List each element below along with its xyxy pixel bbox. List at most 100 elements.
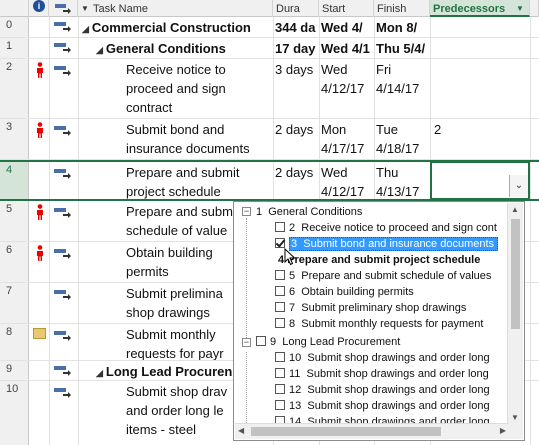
scroll-thumb[interactable] bbox=[251, 427, 441, 436]
row-id: 5 bbox=[0, 201, 29, 241]
dropdown-item[interactable]: 5 Prepare and submit schedule of values bbox=[275, 269, 491, 284]
horizontal-scrollbar[interactable]: ◀ ▶ bbox=[235, 423, 509, 439]
finish-cell[interactable]: Fri 4/14/17 bbox=[376, 59, 430, 118]
table-row[interactable]: 3 Submit bond and insurance documents 2 … bbox=[0, 119, 539, 160]
table-row[interactable]: 1 ◢ General Conditions 17 day Wed 4/1 Thu… bbox=[0, 38, 539, 59]
dropdown-item[interactable]: 12 Submit shop drawings and order long bbox=[275, 383, 490, 398]
gantt-header-edge bbox=[530, 0, 539, 17]
task-name-cell[interactable]: Prepare and submit project schedule bbox=[126, 162, 272, 199]
finish-cell[interactable]: Thu 5/4/ bbox=[376, 38, 430, 58]
start-cell[interactable]: Wed 4/ bbox=[321, 17, 374, 37]
dropdown-item[interactable]: 8 Submit monthly requests for payment bbox=[275, 317, 483, 332]
duration-column-header[interactable]: Dura bbox=[273, 0, 319, 17]
row-id: 4 bbox=[0, 162, 29, 199]
checkbox[interactable] bbox=[256, 336, 266, 346]
start-cell[interactable]: Wed 4/12/17 bbox=[321, 162, 374, 199]
tree-line bbox=[246, 218, 247, 338]
task-mode-icon bbox=[55, 4, 71, 14]
sort-arrow-icon: ▼ bbox=[81, 4, 89, 13]
dropdown-item[interactable]: 1 General Conditions bbox=[256, 205, 362, 220]
row-id: 3 bbox=[0, 119, 29, 159]
vertical-scrollbar[interactable]: ▲ ▼ bbox=[507, 203, 523, 424]
dropdown-button[interactable]: ⌄ bbox=[509, 175, 528, 197]
auto-schedule-icon bbox=[54, 66, 71, 76]
checkbox-checked[interactable] bbox=[275, 238, 285, 248]
collapse-triangle-icon[interactable]: ◢ bbox=[82, 24, 89, 34]
scroll-thumb[interactable] bbox=[511, 219, 520, 329]
auto-schedule-icon bbox=[54, 388, 71, 398]
checkbox[interactable] bbox=[275, 270, 285, 280]
checkbox[interactable] bbox=[275, 286, 285, 296]
dropdown-item[interactable]: 6 Obtain building permits bbox=[275, 285, 414, 300]
column-header-row: i ▼ Task Name Dura Start Finish Predeces… bbox=[0, 0, 539, 17]
row-id: 6 bbox=[0, 242, 29, 282]
table-row[interactable]: 0 ◢ Commercial Construction 344 da Wed 4/… bbox=[0, 17, 539, 38]
row-id: 10 bbox=[0, 381, 29, 445]
duration-cell[interactable]: 3 days bbox=[275, 59, 319, 118]
dropdown-item[interactable]: 9 Long Lead Procurement bbox=[256, 335, 400, 350]
finish-cell[interactable]: Thu 4/13/17 bbox=[376, 162, 430, 199]
dropdown-item[interactable]: 2 Receive notice to proceed and sign con… bbox=[275, 221, 497, 236]
predecessors-dropdown-list[interactable]: − 1 General Conditions 2 Receive notice … bbox=[233, 201, 525, 441]
predecessors-column-header[interactable]: Predecessors ▼ bbox=[430, 0, 530, 17]
auto-schedule-icon bbox=[54, 43, 71, 53]
predecessors-cell[interactable]: 2 bbox=[434, 119, 530, 159]
start-cell[interactable]: Mon 4/17/17 bbox=[321, 119, 374, 159]
indicators-column-header[interactable]: i bbox=[29, 0, 49, 17]
task-name-column-header[interactable]: ▼ Task Name bbox=[78, 0, 273, 17]
task-name-cell[interactable]: ◢ Commercial Construction bbox=[82, 17, 272, 37]
tree-line bbox=[246, 352, 247, 424]
resource-person-icon bbox=[37, 62, 43, 78]
finish-column-header[interactable]: Finish bbox=[374, 0, 430, 17]
start-cell[interactable]: Wed 4/12/17 bbox=[321, 59, 374, 118]
start-cell[interactable]: Wed 4/1 bbox=[321, 38, 374, 58]
dropdown-item[interactable]: 10 Submit shop drawings and order long bbox=[275, 351, 490, 366]
scroll-corner bbox=[508, 424, 523, 439]
dropdown-arrow-icon[interactable]: ▼ bbox=[516, 1, 524, 15]
dropdown-item[interactable]: 11 Submit shop drawings and order long bbox=[275, 367, 489, 382]
dropdown-item[interactable]: 13 Submit shop drawings and order long bbox=[275, 399, 490, 414]
table-row[interactable]: 2 Receive notice to proceed and sign con… bbox=[0, 59, 539, 119]
selected-item-label: 3 Submit bond and insurance documents bbox=[289, 237, 499, 251]
task-name-cell[interactable]: Receive notice to proceed and sign contr… bbox=[126, 59, 272, 118]
task-name-cell[interactable]: ◢ General Conditions bbox=[96, 38, 272, 58]
collapse-toggle[interactable]: − bbox=[242, 207, 251, 216]
task-name-cell[interactable]: Submit bond and insurance documents bbox=[126, 119, 272, 159]
duration-cell[interactable]: 2 days bbox=[275, 162, 319, 199]
checkbox[interactable] bbox=[275, 352, 285, 362]
scroll-right-arrow-icon[interactable]: ▶ bbox=[500, 426, 506, 435]
auto-schedule-icon bbox=[54, 169, 71, 179]
finish-cell[interactable]: Mon 8/ bbox=[376, 17, 430, 37]
start-column-header[interactable]: Start bbox=[319, 0, 374, 17]
collapse-triangle-icon[interactable]: ◢ bbox=[96, 45, 103, 55]
checkbox[interactable] bbox=[275, 368, 285, 378]
checkbox[interactable] bbox=[275, 222, 285, 232]
scroll-down-arrow-icon[interactable]: ▼ bbox=[511, 413, 519, 422]
finish-cell[interactable]: Tue 4/18/17 bbox=[376, 119, 430, 159]
collapse-triangle-icon[interactable]: ◢ bbox=[96, 368, 103, 378]
predecessors-edit-field[interactable]: ⌄ bbox=[430, 161, 530, 200]
row-id: 9 bbox=[0, 361, 29, 380]
row-id: 8 bbox=[0, 324, 29, 360]
dropdown-item-selected[interactable]: 3 Submit bond and insurance documents bbox=[275, 237, 499, 252]
dropdown-item[interactable]: 7 Submit preliminary shop drawings bbox=[275, 301, 466, 316]
duration-cell[interactable]: 344 da bbox=[275, 17, 319, 37]
auto-schedule-icon bbox=[54, 126, 71, 136]
select-all-corner[interactable] bbox=[0, 0, 29, 17]
mouse-cursor-icon bbox=[284, 248, 296, 266]
checkbox[interactable] bbox=[275, 400, 285, 410]
checkbox[interactable] bbox=[275, 302, 285, 312]
scroll-left-arrow-icon[interactable]: ◀ bbox=[238, 426, 244, 435]
checkbox[interactable] bbox=[275, 318, 285, 328]
table-row-active[interactable]: 4 Prepare and submit project schedule 2 … bbox=[0, 160, 539, 201]
row-id: 2 bbox=[0, 59, 29, 118]
task-mode-column-header[interactable] bbox=[49, 0, 78, 17]
duration-cell[interactable]: 2 days bbox=[275, 119, 319, 159]
scroll-up-arrow-icon[interactable]: ▲ bbox=[511, 205, 519, 214]
collapse-toggle[interactable]: − bbox=[242, 338, 251, 347]
row-id: 7 bbox=[0, 283, 29, 323]
auto-schedule-icon bbox=[54, 208, 71, 218]
duration-cell[interactable]: 17 day bbox=[275, 38, 319, 58]
checkbox[interactable] bbox=[275, 384, 285, 394]
auto-schedule-icon bbox=[54, 366, 71, 376]
